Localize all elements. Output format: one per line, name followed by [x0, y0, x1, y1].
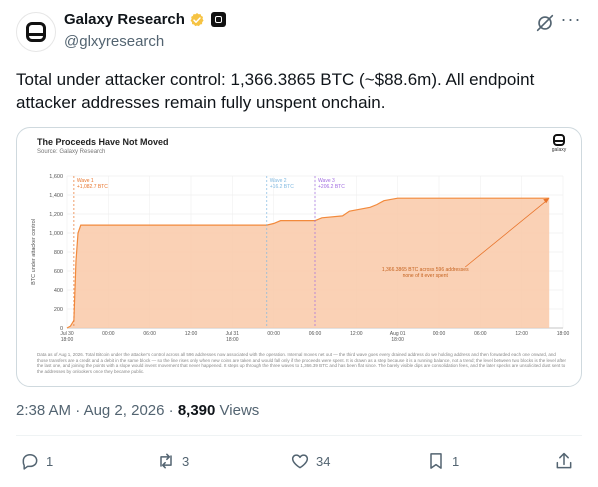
x-tick-label: 06:00 — [143, 331, 156, 337]
x-tick-label: 12:00 — [350, 331, 363, 337]
tweet-time[interactable]: 2:38 AM — [16, 402, 71, 419]
wave-value: +206.2 BTC — [318, 184, 345, 190]
repost-icon — [160, 453, 172, 469]
more-icon[interactable]: ··· — [560, 10, 582, 34]
x-tick-label: 18:00 — [391, 337, 404, 343]
callout-text: none of it ever spent — [403, 273, 449, 279]
tweet-media-chart[interactable]: The Proceeds Have Not Moved Source: Gala… — [16, 127, 582, 387]
y-tick-label: 1,000 — [49, 231, 63, 237]
tweet-text: Total under attacker control: 1,366.3865… — [16, 70, 535, 112]
area-series — [67, 198, 550, 328]
y-tick-label: 1,400 — [49, 193, 63, 199]
avatar[interactable] — [16, 12, 56, 52]
author-display-name[interactable]: Galaxy Research — [64, 11, 185, 28]
x-tick-label: 06:00 — [309, 331, 322, 337]
x-tick-label: 18:00 — [61, 337, 74, 343]
tweet-date[interactable]: Aug 2, 2026 — [84, 402, 165, 419]
like-button[interactable]: 34 — [290, 451, 330, 471]
author-name-row: Galaxy Research — [64, 11, 226, 28]
x-tick-label: 18:00 — [557, 331, 570, 337]
divider — [16, 435, 582, 436]
share-icon — [556, 452, 572, 469]
views-count: 8,390 — [177, 402, 216, 419]
y-tick-label: 800 — [54, 250, 63, 256]
y-tick-label: 200 — [54, 307, 63, 313]
x-tick-label: 18:00 — [226, 337, 239, 343]
reply-button[interactable]: 1 — [20, 451, 53, 471]
x-tick-label: 00:00 — [267, 331, 280, 337]
x-tick-label: 06:00 — [474, 331, 487, 337]
author-handle[interactable]: @glxyresearch — [64, 33, 164, 50]
repost-count: 3 — [182, 453, 190, 469]
bookmark-button[interactable]: 1 — [426, 451, 459, 471]
bookmark-icon — [430, 453, 442, 469]
reply-icon — [22, 454, 38, 470]
like-icon — [291, 454, 309, 469]
timestamp-separator: · — [75, 402, 84, 419]
y-tick-label: 400 — [54, 288, 63, 294]
reply-count: 1 — [46, 453, 54, 469]
y-tick-label: 1,600 — [49, 174, 63, 180]
share-button[interactable] — [554, 451, 574, 471]
wave-value: +16.2 BTC — [270, 184, 294, 190]
galaxy-logo-icon — [26, 22, 46, 42]
x-tick-label: 00:00 — [433, 331, 446, 337]
x-tick-label: 12:00 — [515, 331, 528, 337]
x-tick-label: 12:00 — [185, 331, 198, 337]
y-tick-label: 1,200 — [49, 212, 63, 218]
timestamp-separator: · — [168, 402, 178, 419]
wave-value: +1,082.7 BTC — [77, 184, 108, 190]
org-badge-icon[interactable] — [210, 12, 226, 27]
chart-plot: 02004006008001,0001,2001,4001,600Jul 301… — [31, 174, 570, 343]
y-axis-label: BTC under attacker control — [31, 219, 37, 285]
y-tick-label: 600 — [54, 269, 63, 275]
views-label: Views — [219, 402, 260, 419]
chart-footnote: Data as of Aug 1, 2026. Total Bitcoin un… — [37, 352, 567, 374]
tweet-header: Galaxy Research @glxyresearch ··· — [0, 0, 598, 64]
tweet-timestamp: 2:38 AM · Aug 2, 2026 · 8,390 Views — [16, 402, 259, 419]
verified-icon — [190, 12, 204, 26]
like-count: 34 — [316, 453, 331, 469]
bookmark-count: 1 — [452, 453, 460, 469]
action-bar: 1 3 34 1 — [16, 448, 582, 478]
x-tick-label: 00:00 — [102, 331, 115, 337]
repost-button[interactable]: 3 — [156, 451, 189, 471]
grok-icon[interactable] — [534, 12, 556, 34]
